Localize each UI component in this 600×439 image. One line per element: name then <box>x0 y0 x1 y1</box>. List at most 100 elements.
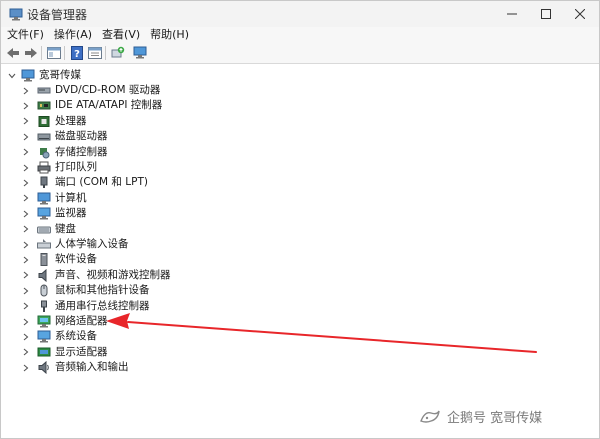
tree-item[interactable]: 磁盘驱动器 <box>1 129 108 144</box>
minimize-icon <box>507 13 517 15</box>
chevron-right-icon[interactable] <box>21 237 31 252</box>
port-icon <box>37 176 51 189</box>
disk-drive-icon <box>37 130 51 143</box>
tree-item-label: 声音、视频和游戏控制器 <box>55 268 171 281</box>
chevron-right-icon[interactable] <box>21 299 31 314</box>
tree-item-label: 处理器 <box>55 114 87 127</box>
chevron-right-icon[interactable] <box>21 329 31 344</box>
computer-icon <box>37 192 51 205</box>
chevron-right-icon[interactable] <box>21 252 31 267</box>
tree-item[interactable]: 显示适配器 <box>1 345 108 360</box>
tree-item-label: 人体学输入设备 <box>55 238 129 250</box>
chevron-right-icon[interactable] <box>21 175 31 190</box>
tree-item-label: DVD/CD-ROM 驱动器 <box>55 84 161 96</box>
processor-icon <box>37 115 51 128</box>
chevron-right-icon[interactable] <box>21 314 31 329</box>
tree-item[interactable]: IDE ATA/ATAPI 控制器 <box>1 98 162 113</box>
tree-item[interactable]: 端口 (COM 和 LPT) <box>1 175 148 190</box>
display-adapter-icon <box>37 346 51 359</box>
forward-icon <box>25 48 37 58</box>
device-manager-icon <box>9 7 23 21</box>
tree-item-label: 网络适配器 <box>55 315 108 327</box>
tree-item-label: 监视器 <box>55 207 87 220</box>
tree-item[interactable]: 软件设备 <box>1 252 97 267</box>
maximize-icon <box>541 9 551 19</box>
tree-item[interactable]: 监视器 <box>1 206 87 221</box>
toolbar-separator <box>105 46 106 60</box>
chevron-right-icon[interactable] <box>21 283 31 298</box>
back-button[interactable] <box>5 45 21 61</box>
watermark: 企鹅号 宽哥传媒 <box>419 407 542 426</box>
chevron-right-icon[interactable] <box>21 191 31 206</box>
tree-item[interactable]: 键盘 <box>1 222 76 237</box>
usb-icon <box>37 300 51 313</box>
audio-io-icon <box>37 361 51 375</box>
back-icon <box>7 48 19 58</box>
scan-hardware-icon <box>133 46 147 59</box>
tree-item-label: 键盘 <box>55 222 76 235</box>
tree-item[interactable]: 声音、视频和游戏控制器 <box>1 268 171 283</box>
properties-button[interactable] <box>87 45 103 61</box>
show-hide-console-tree-button[interactable] <box>46 45 62 61</box>
tree-item[interactable]: DVD/CD-ROM 驱动器 <box>1 83 160 98</box>
tree-item[interactable]: 处理器 <box>1 114 87 129</box>
keyboard-icon <box>37 223 51 236</box>
chevron-right-icon[interactable] <box>21 114 31 129</box>
show-hide-console-tree-icon <box>47 47 61 59</box>
mouse-icon <box>37 284 51 297</box>
menu-view[interactable]: 查看(V) <box>98 27 144 43</box>
menu-help[interactable]: 帮助(H) <box>146 27 193 43</box>
system-device-icon <box>37 330 51 343</box>
tree-item[interactable]: 系统设备 <box>1 329 97 344</box>
maximize-button[interactable] <box>529 1 563 27</box>
chevron-right-icon[interactable] <box>21 206 31 221</box>
ide-controller-icon <box>37 99 51 112</box>
chevron-right-icon[interactable] <box>21 145 31 160</box>
tree-item[interactable]: 鼠标和其他指针设备 <box>1 283 150 298</box>
menu-action[interactable]: 操作(A) <box>50 27 96 43</box>
chevron-right-icon[interactable] <box>21 345 31 360</box>
minimize-button[interactable] <box>495 1 529 27</box>
tree-item-label: 鼠标和其他指针设备 <box>55 284 150 297</box>
tree-root[interactable]: 宽哥传媒 <box>1 68 81 83</box>
tree-item[interactable]: 计算机 <box>1 191 87 206</box>
chevron-right-icon[interactable] <box>21 360 31 375</box>
tree-item[interactable]: 打印队列 <box>1 160 97 175</box>
chevron-right-icon[interactable] <box>21 83 31 98</box>
chevron-right-icon[interactable] <box>21 268 31 283</box>
help-icon: ? <box>71 46 83 60</box>
update-driver-button[interactable] <box>110 45 126 61</box>
tree-item-label: 通用串行总线控制器 <box>55 299 150 312</box>
chevron-right-icon[interactable] <box>21 129 31 144</box>
tree-item-label: 打印队列 <box>55 161 97 173</box>
tree-item-label: 存储控制器 <box>55 145 108 158</box>
chevron-right-icon[interactable] <box>21 160 31 175</box>
tree-item[interactable]: 网络适配器 <box>1 314 108 329</box>
tree-item-label: 显示适配器 <box>55 345 108 358</box>
toolbar: ? <box>1 43 599 64</box>
tree-root-label: 宽哥传媒 <box>39 69 81 81</box>
menu-file[interactable]: 文件(F) <box>3 27 48 43</box>
penguin-logo-icon <box>419 409 441 425</box>
tree-item[interactable]: 音频输入和输出 <box>1 360 129 375</box>
help-button[interactable]: ? <box>69 45 85 61</box>
tree-item[interactable]: 人体学输入设备 <box>1 237 129 252</box>
chevron-right-icon[interactable] <box>21 222 31 237</box>
chevron-down-icon[interactable] <box>7 68 17 83</box>
computer-icon <box>21 69 35 82</box>
hid-icon <box>37 238 51 251</box>
tree-item[interactable]: 通用串行总线控制器 <box>1 299 150 314</box>
scan-hardware-button[interactable] <box>132 45 148 61</box>
title-bar: 设备管理器 <box>1 1 599 27</box>
dvd-drive-icon <box>37 84 51 97</box>
device-manager-window: 设备管理器 文件(F) 操作(A) 查看(V) 帮助(H) ? 宽哥传媒 DVD… <box>0 0 600 439</box>
tree-item-label: 软件设备 <box>55 253 97 266</box>
tree-item[interactable]: 存储控制器 <box>1 145 108 160</box>
close-button[interactable] <box>563 1 597 27</box>
svg-text:?: ? <box>74 49 80 60</box>
sound-icon <box>37 268 51 282</box>
forward-button[interactable] <box>23 45 39 61</box>
chevron-right-icon[interactable] <box>21 98 31 113</box>
printer-icon <box>37 161 51 174</box>
tree-item-label: 磁盘驱动器 <box>55 130 108 143</box>
